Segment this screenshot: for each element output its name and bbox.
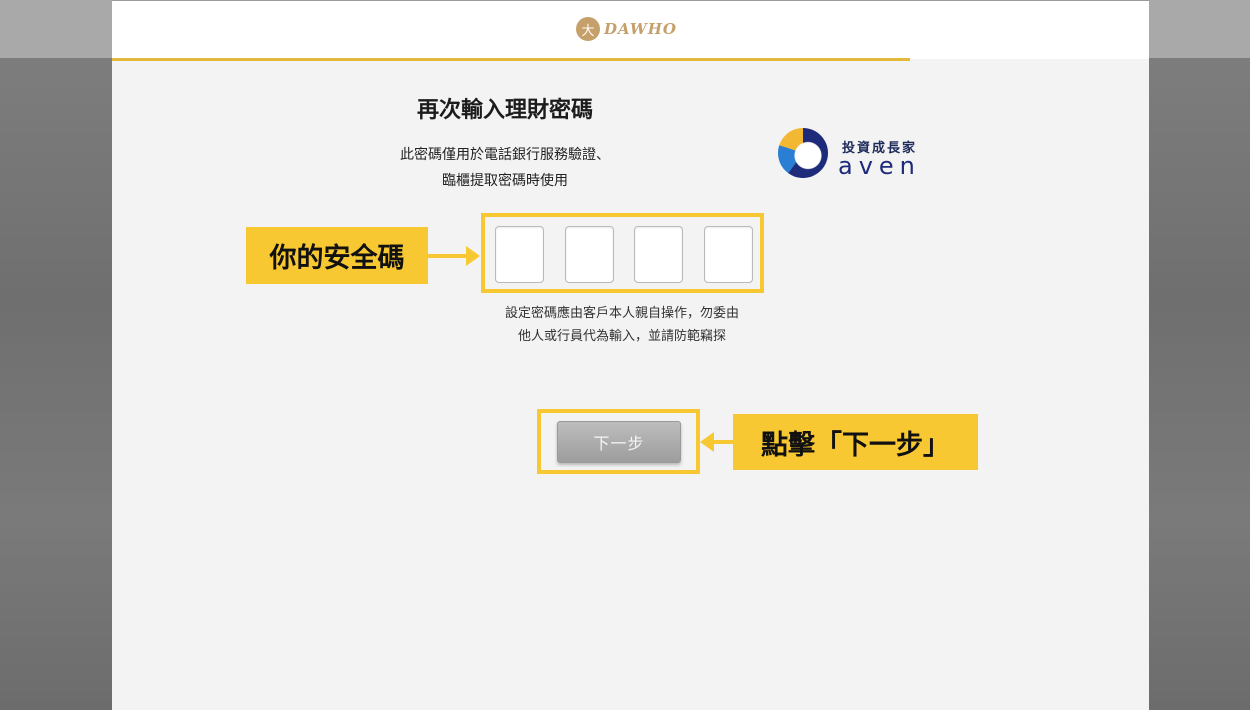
page-title: 再次輸入理財密碼 [416, 98, 593, 123]
pin-callout-label: 你的安全碼 [246, 227, 428, 284]
subtitle-line-2: 臨櫃提取密碼時使用 [442, 173, 568, 189]
subtitle-line-1: 此密碼僅用於電話銀行服務驗證、 [400, 147, 610, 163]
pin-digit-3[interactable] [634, 226, 683, 283]
next-callout-arrow-line [712, 440, 734, 444]
aven-name: aven [838, 152, 921, 180]
aven-brand-logo: 投資成長家 aven [778, 128, 938, 182]
note-line-2: 他人或行員代為輸入，並請防範竊探 [517, 329, 726, 344]
security-note: 設定密碼應由客戶本人親自操作，勿委由 他人或行員代為輸入，並請防範竊探 [442, 302, 802, 348]
header-progress-line [112, 58, 910, 61]
pin-callout-arrow-icon [466, 246, 480, 266]
header-bar: 大 DAWHO [112, 0, 1149, 59]
aven-logo-icon [778, 128, 828, 178]
note-line-1: 設定密碼應由客戶本人親自操作，勿委由 [504, 306, 739, 321]
page-subtitle: 此密碼僅用於電話銀行服務驗證、 臨櫃提取密碼時使用 [300, 142, 710, 194]
pin-digit-1[interactable] [495, 226, 544, 283]
dawho-logo-icon: 大 [576, 17, 600, 41]
next-button[interactable]: 下一步 [557, 421, 681, 463]
next-callout-label: 點擊「下一步」 [733, 414, 978, 470]
pin-digit-2[interactable] [565, 226, 614, 283]
dawho-logo: 大 DAWHO [576, 17, 677, 41]
pin-callout-arrow-line [428, 254, 470, 258]
pin-digit-4[interactable] [704, 226, 753, 283]
dawho-logo-text: DAWHO [604, 20, 677, 38]
